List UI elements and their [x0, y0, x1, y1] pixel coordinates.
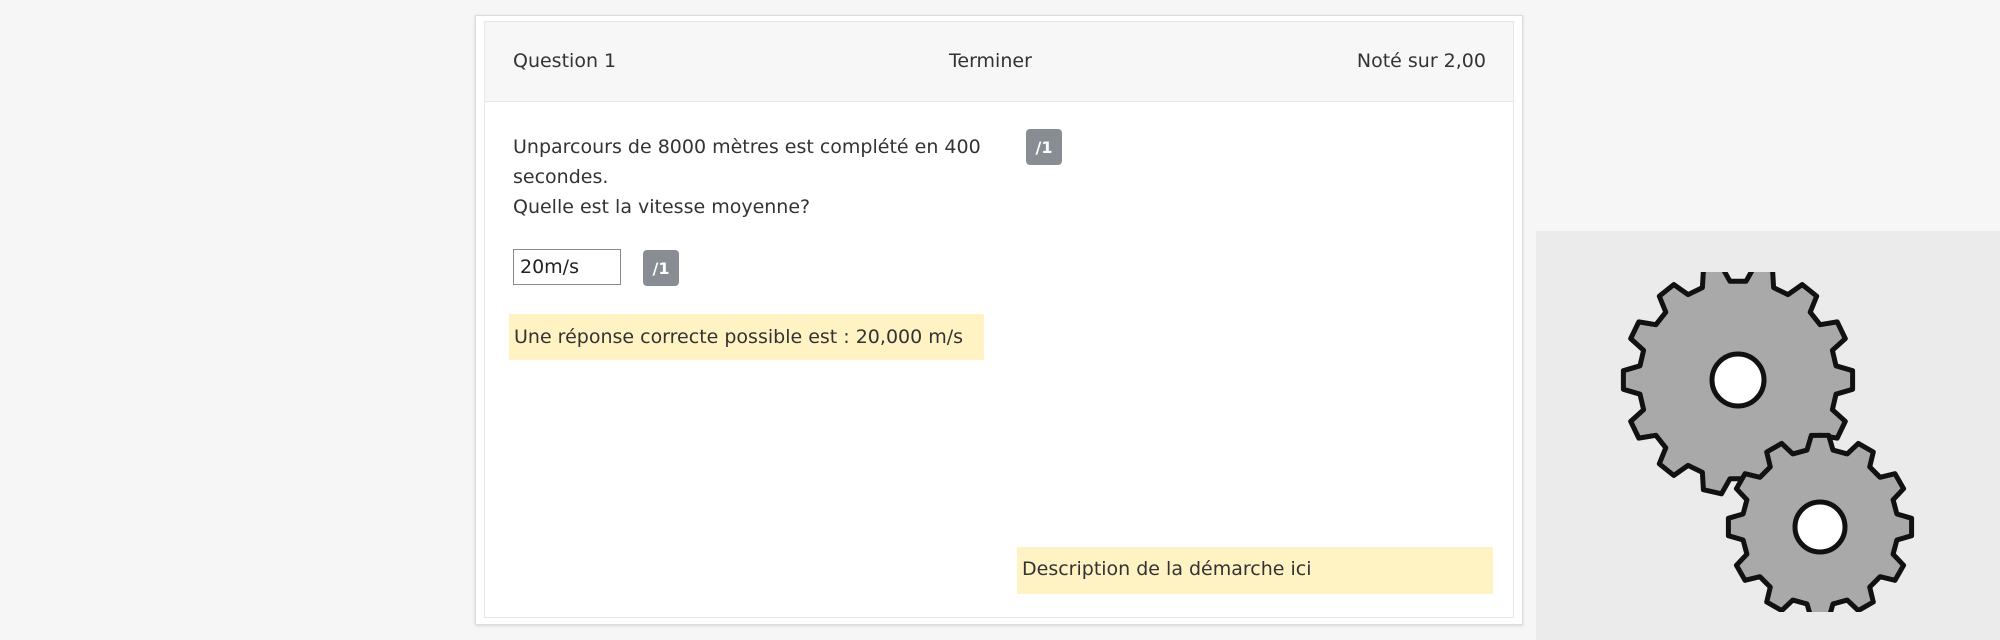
question-text-line-1: Unparcours de 8000 mètres est complété e…	[513, 136, 981, 188]
question-panel: Question 1 Terminer Noté sur 2,00 Unparc…	[484, 21, 1514, 618]
gear-hole	[1709, 351, 1767, 409]
question-card: Question 1 Terminer Noté sur 2,00 Unparc…	[475, 15, 1523, 625]
answer-input[interactable]	[513, 249, 621, 285]
question-text-line-2: Quelle est la vitesse moyenne?	[513, 196, 811, 218]
method-description: Description de la démarche ici	[1017, 547, 1493, 594]
question-number: Question 1	[513, 50, 617, 72]
gears-icon	[1620, 272, 1915, 612]
question-status: Terminer	[949, 50, 1032, 72]
answer-mark-badge: /1	[643, 250, 679, 286]
correct-answer-feedback: Une réponse correcte possible est : 20,0…	[509, 314, 984, 360]
question-header: Question 1 Terminer Noté sur 2,00	[485, 22, 1513, 102]
question-text: Unparcours de 8000 mètres est complété e…	[513, 132, 983, 222]
question-grade: Noté sur 2,00	[1356, 50, 1486, 72]
gear-hole	[1792, 499, 1848, 555]
method-mark-badge: /1	[1026, 129, 1062, 165]
